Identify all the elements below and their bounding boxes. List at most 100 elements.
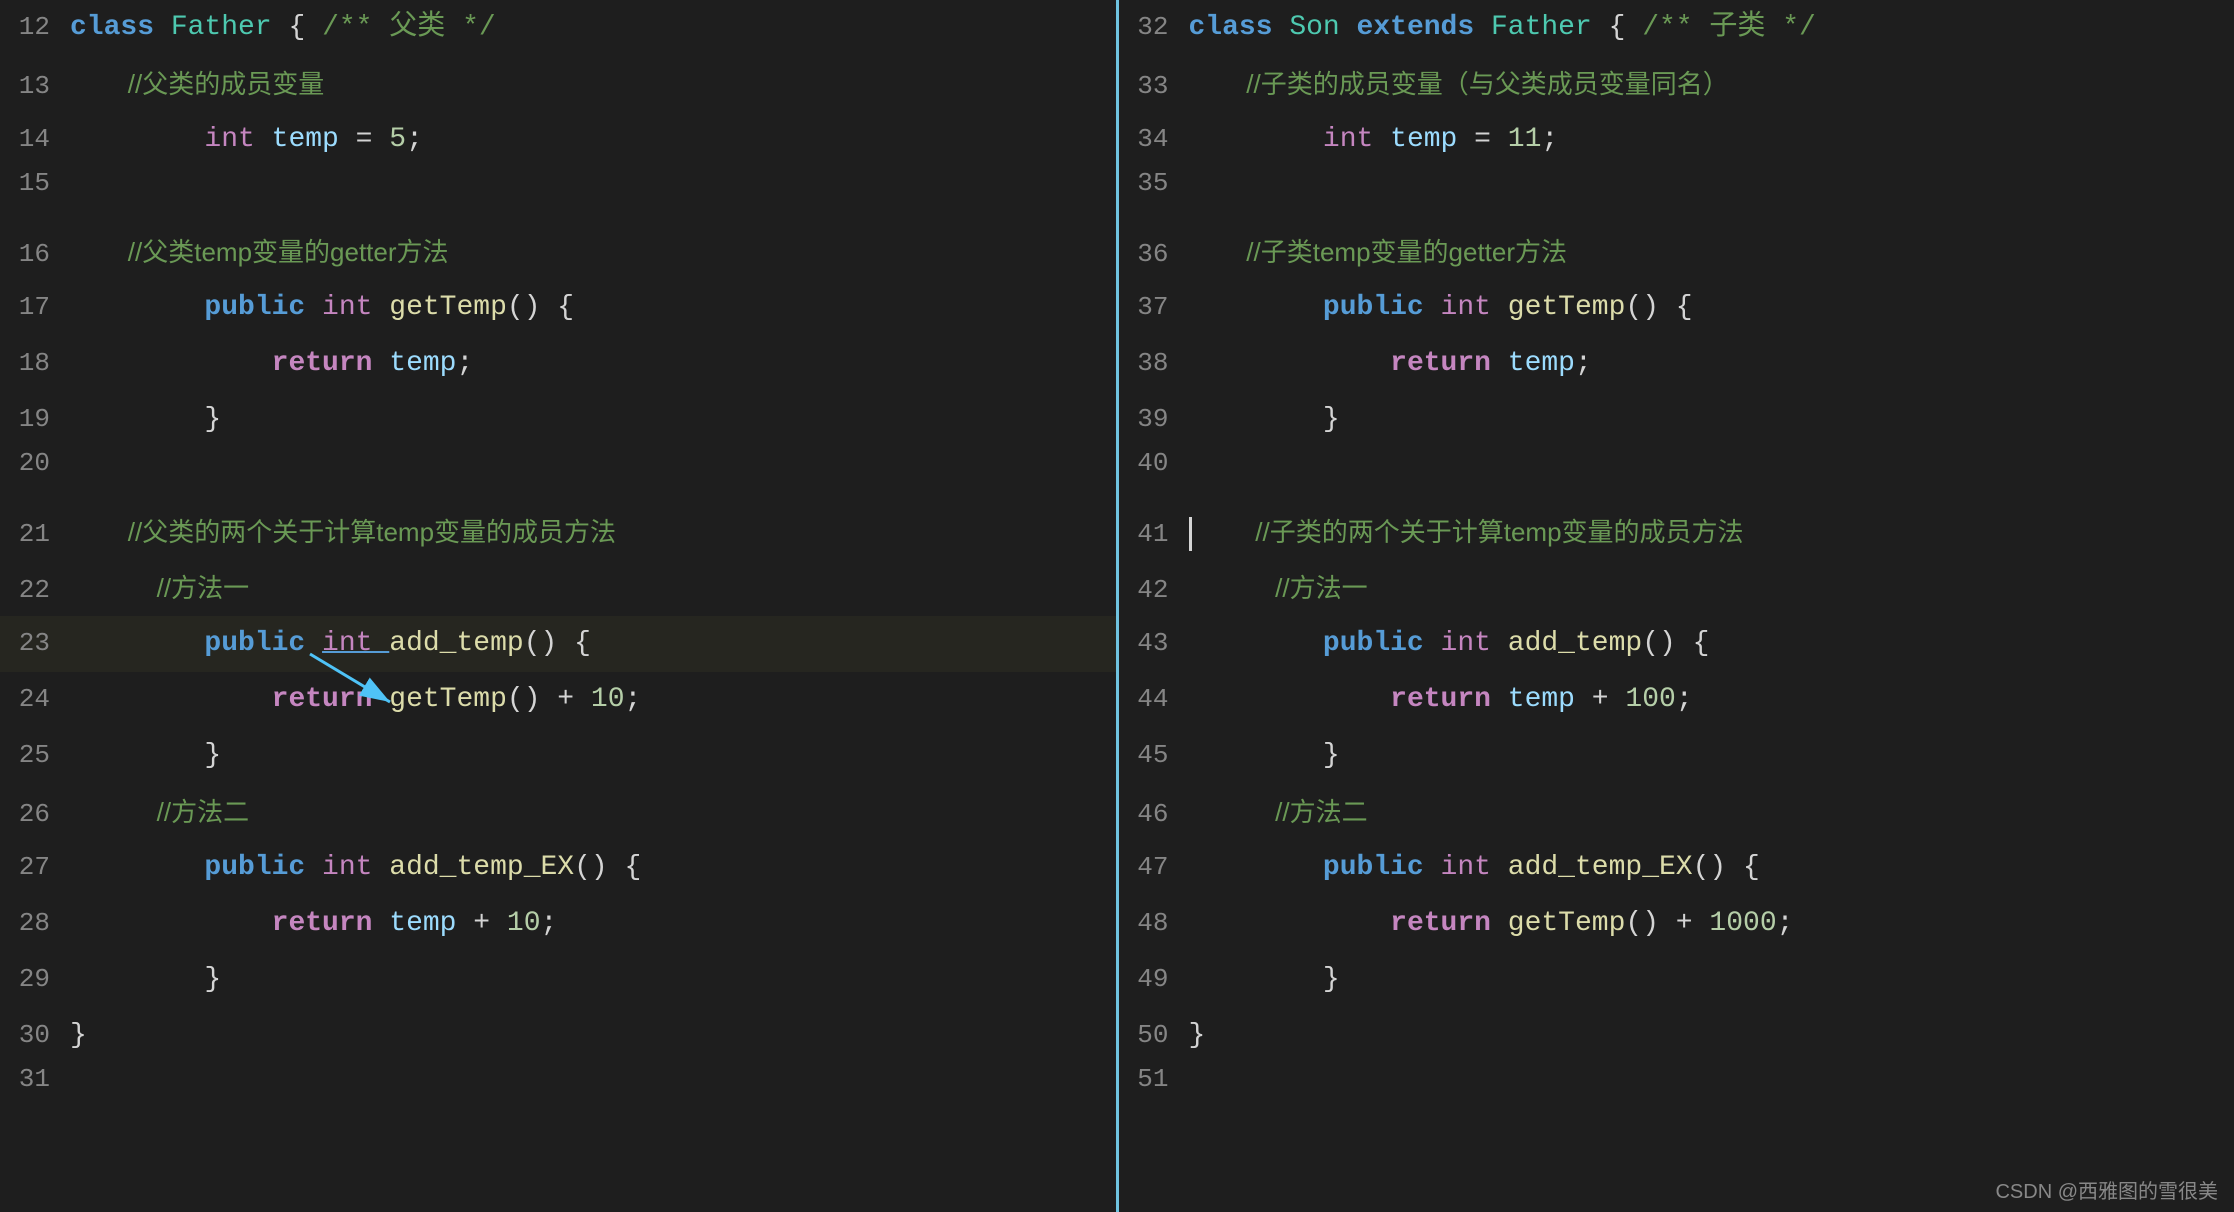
line-number: 30 — [10, 1020, 70, 1050]
token-kw: return — [272, 908, 390, 939]
token-plain — [1189, 124, 1323, 155]
code-line: 47 public int add_temp_EX() { — [1119, 840, 2234, 896]
line-content: //方法二 — [1189, 784, 2225, 843]
token-plain — [1189, 292, 1323, 323]
token-comment-cn: //方法二 — [70, 797, 249, 827]
code-line: 16 //父类temp变量的getter方法 — [0, 224, 1116, 280]
token-comment-cn: //方法二 — [1189, 797, 1368, 827]
line-content: return getTemp() + 1000; — [1189, 896, 2225, 952]
token-kw-blue: public — [1323, 292, 1441, 323]
token-type-int: int — [1441, 292, 1508, 323]
line-content: } — [1189, 392, 2225, 448]
token-kw-blue: public — [1323, 628, 1441, 659]
token-plain: ; — [541, 908, 558, 939]
token-comment-cn: //子类的两个关于计算temp变量的成员方法 — [1198, 517, 1744, 547]
line-content: } — [70, 392, 1106, 448]
line-content: //方法二 — [70, 784, 1106, 843]
line-content: class Son extends Father { /** 子类 */ — [1189, 0, 2225, 56]
code-line: 26 //方法二 — [0, 784, 1116, 840]
line-content: public int add_temp() { — [1189, 616, 2225, 672]
token-kw: return — [1390, 348, 1508, 379]
token-classname: Son — [1289, 12, 1356, 43]
line-content: int temp = 5; — [70, 112, 1106, 168]
token-type-int: int — [1441, 628, 1508, 659]
token-type-int: int — [1323, 124, 1390, 155]
token-plain — [70, 628, 204, 659]
line-number: 46 — [1129, 799, 1189, 829]
token-comment-cn: //子类temp变量的getter方法 — [1189, 237, 1568, 267]
code-line: 24 return getTemp() + 10; — [0, 672, 1116, 728]
token-kw: return — [1390, 908, 1508, 939]
line-content: //子类的两个关于计算temp变量的成员方法 — [1189, 504, 2225, 563]
token-plain: } — [70, 964, 221, 995]
code-line: 25 } — [0, 728, 1116, 784]
line-number: 26 — [10, 799, 70, 829]
code-line: 28 return temp + 10; — [0, 896, 1116, 952]
code-line: 20 — [0, 448, 1116, 504]
token-plain: } — [1189, 964, 1340, 995]
line-number: 33 — [1129, 71, 1189, 101]
line-number: 21 — [10, 519, 70, 549]
token-plain: () { — [1625, 292, 1692, 323]
token-plain: = — [356, 124, 390, 155]
code-line: 29 } — [0, 952, 1116, 1008]
token-num: 11 — [1508, 124, 1542, 155]
token-plain: () + — [1625, 908, 1709, 939]
line-content: return temp; — [70, 336, 1106, 392]
line-number: 41 — [1129, 519, 1189, 549]
token-var: temp — [1390, 124, 1474, 155]
line-number: 40 — [1129, 448, 1189, 478]
token-plain: ; — [456, 348, 473, 379]
line-number: 48 — [1129, 908, 1189, 938]
line-number: 38 — [1129, 348, 1189, 378]
token-plain — [70, 124, 204, 155]
code-line: 45 } — [1119, 728, 2234, 784]
token-plain: () { — [1693, 852, 1760, 883]
token-fn: add_temp — [389, 628, 523, 659]
line-content: public int add_temp_EX() { — [1189, 840, 2225, 896]
line-number: 16 — [10, 239, 70, 269]
line-content: } — [70, 952, 1106, 1008]
line-number: 25 — [10, 740, 70, 770]
token-plain: () { — [524, 628, 591, 659]
line-number: 15 — [10, 168, 70, 198]
line-content: return temp + 10; — [70, 896, 1106, 952]
token-kw: return — [272, 348, 390, 379]
line-content: return getTemp() + 10; — [70, 672, 1106, 728]
token-comment: /** 子类 */ — [1642, 12, 1816, 43]
line-number: 50 — [1129, 1020, 1189, 1050]
code-line: 49 } — [1119, 952, 2234, 1008]
right-panel: 32class Son extends Father { /** 子类 */33… — [1119, 0, 2234, 1212]
code-line: 50} — [1119, 1008, 2234, 1064]
token-fn: getTemp — [1508, 908, 1626, 939]
code-line: 48 return getTemp() + 1000; — [1119, 896, 2234, 952]
line-number: 14 — [10, 124, 70, 154]
token-comment-cn: //父类的成员变量 — [70, 69, 324, 99]
line-content: } — [70, 728, 1106, 784]
code-line: 44 return temp + 100; — [1119, 672, 2234, 728]
cursor — [1189, 517, 1192, 551]
line-content: class Father { /** 父类 */ — [70, 0, 1106, 56]
token-num: 100 — [1625, 684, 1675, 715]
token-kw-blue: public — [204, 852, 322, 883]
code-line: 13 //父类的成员变量 — [0, 56, 1116, 112]
code-line: 38 return temp; — [1119, 336, 2234, 392]
code-line: 27 public int add_temp_EX() { — [0, 840, 1116, 896]
line-number: 47 — [1129, 852, 1189, 882]
line-number: 32 — [1129, 12, 1189, 42]
token-kw-blue: extends — [1357, 12, 1491, 43]
token-fn: getTemp — [1508, 292, 1626, 323]
line-number: 18 — [10, 348, 70, 378]
code-line: 34 int temp = 11; — [1119, 112, 2234, 168]
code-line: 18 return temp; — [0, 336, 1116, 392]
line-number: 24 — [10, 684, 70, 714]
token-plain — [1189, 684, 1391, 715]
token-fn: getTemp — [389, 684, 507, 715]
token-kw-blue: class — [70, 12, 171, 43]
line-content: public int getTemp() { — [70, 280, 1106, 336]
code-line: 36 //子类temp变量的getter方法 — [1119, 224, 2234, 280]
token-type-int: int — [204, 124, 271, 155]
token-kw-blue: public — [204, 292, 322, 323]
line-content: } — [1189, 728, 2225, 784]
line-number: 13 — [10, 71, 70, 101]
